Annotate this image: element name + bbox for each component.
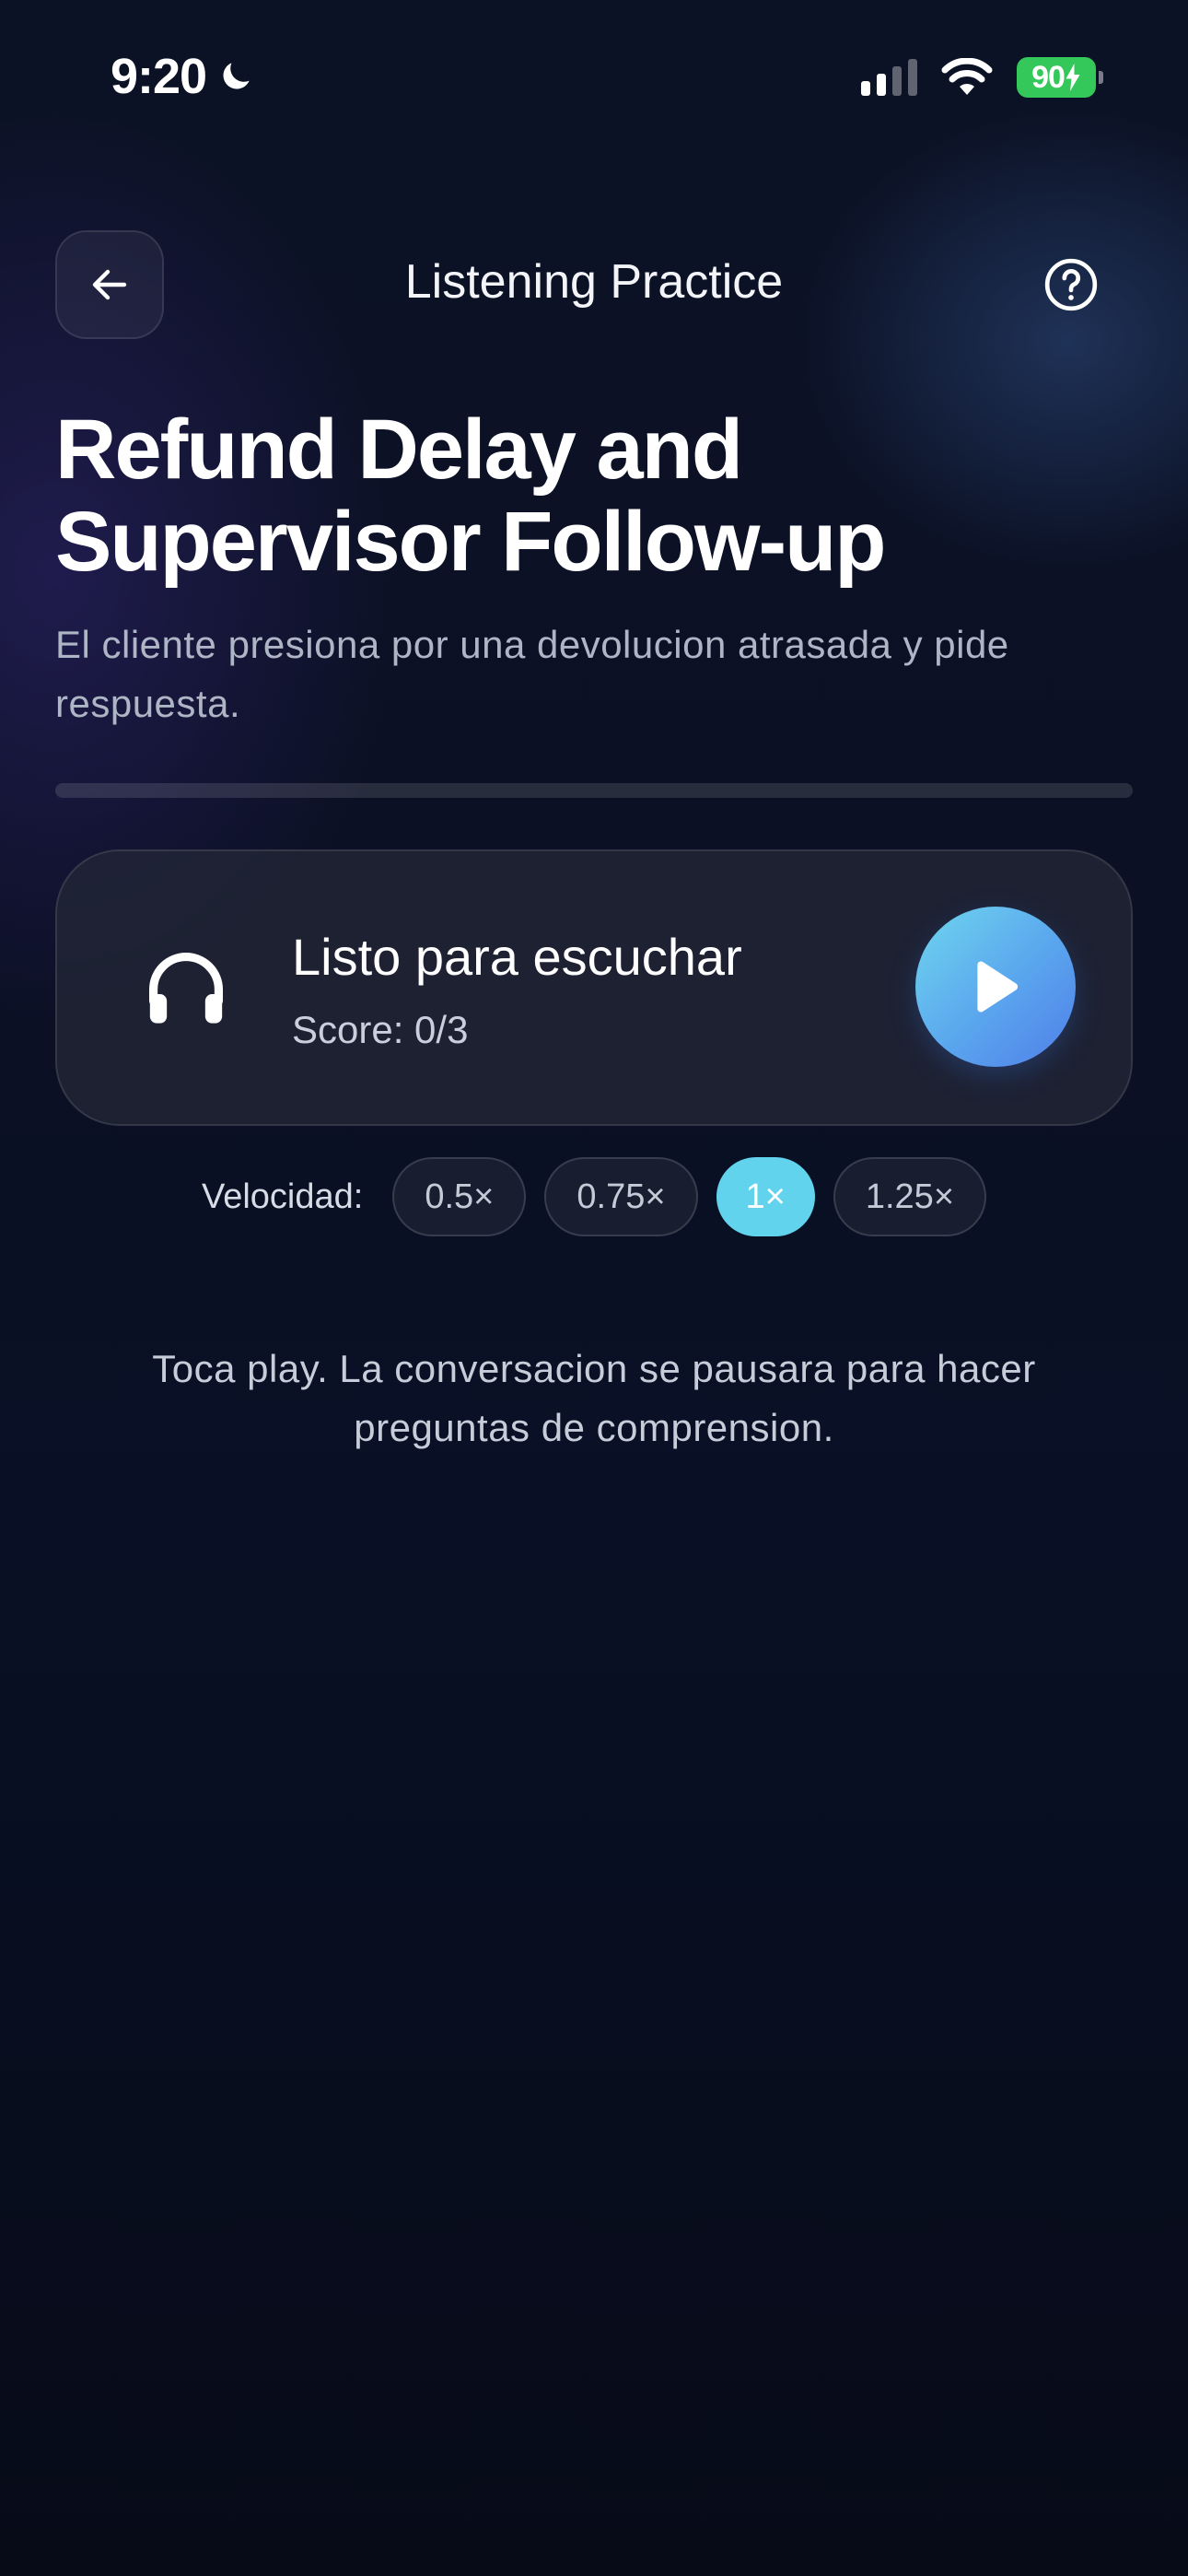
battery-indicator: 90 <box>1017 57 1103 98</box>
speed-option-1-25x[interactable]: 1.25× <box>833 1157 987 1236</box>
battery-icon: 90 <box>1017 57 1096 98</box>
instruction-hint: Toca play. La conversacion se pausara pa… <box>152 1347 1036 1449</box>
speed-option-1x[interactable]: 1× <box>716 1157 815 1236</box>
moon-icon <box>223 63 250 89</box>
nav-title: Listening Practice <box>404 255 784 309</box>
charging-bolt-icon <box>1066 64 1080 91</box>
player-status: Listo para escuchar <box>292 928 742 986</box>
lesson-progress-bar <box>55 783 1133 798</box>
status-time-text: 9:20 <box>111 49 207 104</box>
play-icon <box>977 961 1019 1013</box>
speed-option-0-75x[interactable]: 0.75× <box>544 1157 698 1236</box>
speed-selector: Velocidad: 0.5× 0.75× 1× 1.25× <box>0 1157 1188 1236</box>
lesson-title: Refund Delay and Supervisor Follow-up <box>55 403 886 589</box>
wifi-icon <box>941 58 993 95</box>
headphones-icon <box>149 953 224 1024</box>
question-circle-icon <box>1044 258 1098 311</box>
listening-practice-screen: 9:20 90 Listening Practice Refund Delay … <box>0 0 1188 2576</box>
help-button[interactable] <box>1041 254 1101 315</box>
audio-player-card: Listo para escuchar Score: 0/3 <box>55 849 1133 1126</box>
status-indicators: 90 <box>861 57 1103 98</box>
battery-cap <box>1099 71 1103 84</box>
cellular-signal-icon <box>861 59 917 96</box>
speed-option-0-5x[interactable]: 0.5× <box>392 1157 527 1236</box>
player-score: Score: 0/3 <box>292 1008 469 1051</box>
lesson-subtitle: El cliente presiona por una devolucion a… <box>55 623 1009 725</box>
battery-level: 90 <box>1031 59 1066 95</box>
speed-label: Velocidad: <box>201 1177 364 1216</box>
play-button[interactable] <box>915 907 1076 1067</box>
status-time: 9:20 <box>111 48 256 105</box>
